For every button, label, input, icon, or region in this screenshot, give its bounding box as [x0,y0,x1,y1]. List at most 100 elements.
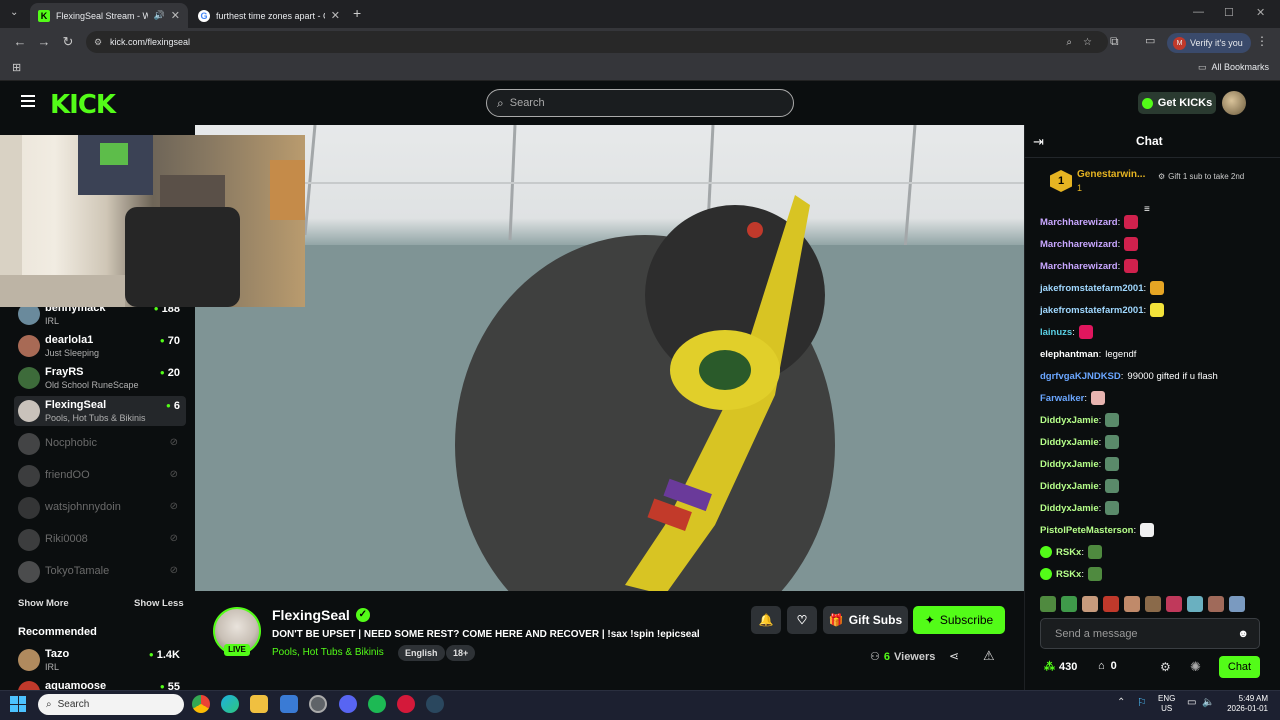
collapse-chat-icon[interactable]: ⇥ [1033,134,1044,150]
chat-username[interactable]: elephantman [1040,349,1099,360]
chat-emote-icon[interactable] [1150,303,1165,317]
show-less-link[interactable]: Show Less [134,598,184,609]
chat-emote-icon[interactable] [1087,545,1102,559]
share-icon[interactable]: ⋖ [949,649,959,663]
tray-chevron-icon[interactable]: ⌃ [1117,697,1125,708]
tab-kick[interactable]: K FlexingSeal Stream - Watch 🔊 ✕ [30,3,188,28]
emote-icon[interactable] [1124,596,1140,612]
chat-username[interactable]: DiddyxJamie [1040,459,1099,470]
app-icon[interactable] [280,695,298,713]
close-tab-icon[interactable]: ✕ [331,9,340,22]
chat-username[interactable]: DiddyxJamie [1040,415,1099,426]
zoom-icon[interactable]: ⌕ [1066,37,1072,48]
taskbar-search[interactable]: ⌕ Search [38,694,184,715]
chat-username[interactable]: Marchharewizard [1040,217,1118,228]
gift-leaderboard[interactable]: 1 Genestarwin... 1 ⚙ Gift 1 sub to take … [1050,168,1260,198]
steam-icon[interactable] [426,695,444,713]
cast-icon[interactable]: ▭ [1145,34,1155,47]
chrome-active-icon[interactable] [309,695,327,713]
forward-icon[interactable]: → [36,34,52,49]
user-avatar[interactable] [1222,91,1246,115]
follow-heart-button[interactable]: ♡ [787,606,817,634]
chat-emote-icon[interactable] [1105,501,1120,515]
chat-username[interactable]: DiddyxJamie [1040,437,1099,448]
chat-emote-icon[interactable] [1105,479,1120,493]
emote-icon[interactable] [1208,596,1224,612]
tag-language[interactable]: English [398,645,445,661]
menu-dots-icon[interactable]: ⋮ [1256,34,1268,48]
start-button-icon[interactable] [10,696,26,712]
new-tab-icon[interactable]: + [353,5,361,21]
chat-pinned-toggle-icon[interactable]: ≡ [1144,204,1150,215]
chat-username[interactable]: jakefromstatefarm2001 [1040,305,1144,316]
chat-username[interactable]: RSKx [1056,547,1081,558]
sidebar-channel-offline[interactable]: friendOO ⊘ [14,461,186,491]
tab-google[interactable]: G furthest time zones apart - Go ✕ [190,3,348,28]
chat-username[interactable]: Farwalker [1040,393,1084,404]
category-link[interactable]: Pools, Hot Tubs & Bikinis [272,647,384,658]
volume-icon[interactable]: 🔈 [1202,697,1214,708]
kick-logo[interactable]: KICK [50,90,116,120]
reload-icon[interactable]: ↻ [60,34,76,50]
tray-app-icon[interactable]: ⚐ [1137,696,1147,709]
chat-username[interactable]: RSKx [1056,569,1081,580]
emote-icon[interactable] [1166,596,1182,612]
chat-emote-icon[interactable] [1087,567,1102,581]
chat-emote-icon[interactable] [1091,391,1106,405]
minimize-icon[interactable]: — [1193,6,1204,18]
chat-emote-icon[interactable] [1105,413,1120,427]
chat-username[interactable]: DiddyxJamie [1040,503,1099,514]
language-indicator[interactable]: ENG US [1158,694,1175,714]
emote-icon[interactable] [1145,596,1161,612]
spotify-icon[interactable] [368,695,386,713]
all-bookmarks-link[interactable]: ▭ All Bookmarks [1198,62,1269,73]
sidebar-channel-offline[interactable]: Riki0008 ⊘ [14,525,186,555]
report-icon[interactable]: ⚠ [983,648,995,664]
chat-settings-icon[interactable]: ⚙ [1160,660,1171,674]
chat-emote-icon[interactable] [1124,215,1139,229]
chat-emote-icon[interactable] [1105,435,1120,449]
channel-points[interactable]: ⁂ 430 [1044,660,1077,674]
notification-bell-button[interactable]: 🔔 [751,606,781,634]
close-tab-icon[interactable]: ✕ [171,9,180,22]
url-bar[interactable]: ⚙ kick.com/flexingseal ⌕ ☆ [86,31,1108,53]
back-icon[interactable]: ← [12,34,28,49]
opera-icon[interactable] [397,695,415,713]
chat-emote-icon[interactable] [1150,281,1165,295]
tag-age[interactable]: 18+ [446,645,476,661]
clock[interactable]: 5:49 AM 2026-01-01 [1224,694,1268,714]
emote-icon[interactable] [1040,596,1056,612]
sidebar-channel-offline[interactable]: TokyoTamale ⊘ [14,557,186,587]
emote-icon[interactable] [1187,596,1203,612]
sidebar-recommended-channel[interactable]: aquamoose 55 [14,677,186,690]
sidebar-channel[interactable]: dearlola1 Just Sleeping 70 [14,331,186,361]
chat-emote-icon[interactable] [1140,523,1155,537]
chat-emote-icon[interactable] [1105,457,1120,471]
chrome-icon[interactable] [192,695,210,713]
search-input[interactable]: ⌕ Search [486,89,794,117]
emote-icon[interactable] [1061,596,1077,612]
chat-username[interactable]: DiddyxJamie [1040,481,1099,492]
sidebar-recommended-channel[interactable]: Tazo IRL 1.4K [14,645,186,675]
chat-emote-icon[interactable] [1078,325,1093,339]
sidebar-channel-selected[interactable]: FlexingSeal Pools, Hot Tubs & Bikinis 6 [14,396,186,426]
kicks-balance[interactable]: ⌂ 0 [1098,660,1117,672]
chat-username[interactable]: Marchharewizard [1040,239,1118,250]
emoji-icon[interactable]: ☻ [1237,628,1249,640]
get-kicks-button[interactable]: Get KICKs [1138,92,1216,114]
chat-username[interactable]: jakefromstatefarm2001 [1040,283,1144,294]
chat-emote-menu-icon[interactable]: ✺ [1190,659,1201,675]
gift-subs-button[interactable]: 🎁 Gift Subs [823,606,908,634]
chat-username[interactable]: dgrfvgaKJNDKSD [1040,371,1121,382]
network-icon[interactable]: ▭ [1187,697,1196,708]
verify-button[interactable]: M Verify it's you [1167,33,1251,53]
sidebar-channel-offline[interactable]: watsjohnnydoin ⊘ [14,493,186,523]
discord-icon[interactable] [339,695,357,713]
file-explorer-icon[interactable] [250,695,268,713]
chat-emote-icon[interactable] [1124,237,1139,251]
chat-send-button[interactable]: Chat [1219,656,1260,678]
emote-icon[interactable] [1229,596,1245,612]
chat-username[interactable]: Marchharewizard [1040,261,1118,272]
close-window-icon[interactable]: ✕ [1256,6,1265,19]
chat-emote-icon[interactable] [1124,259,1139,273]
